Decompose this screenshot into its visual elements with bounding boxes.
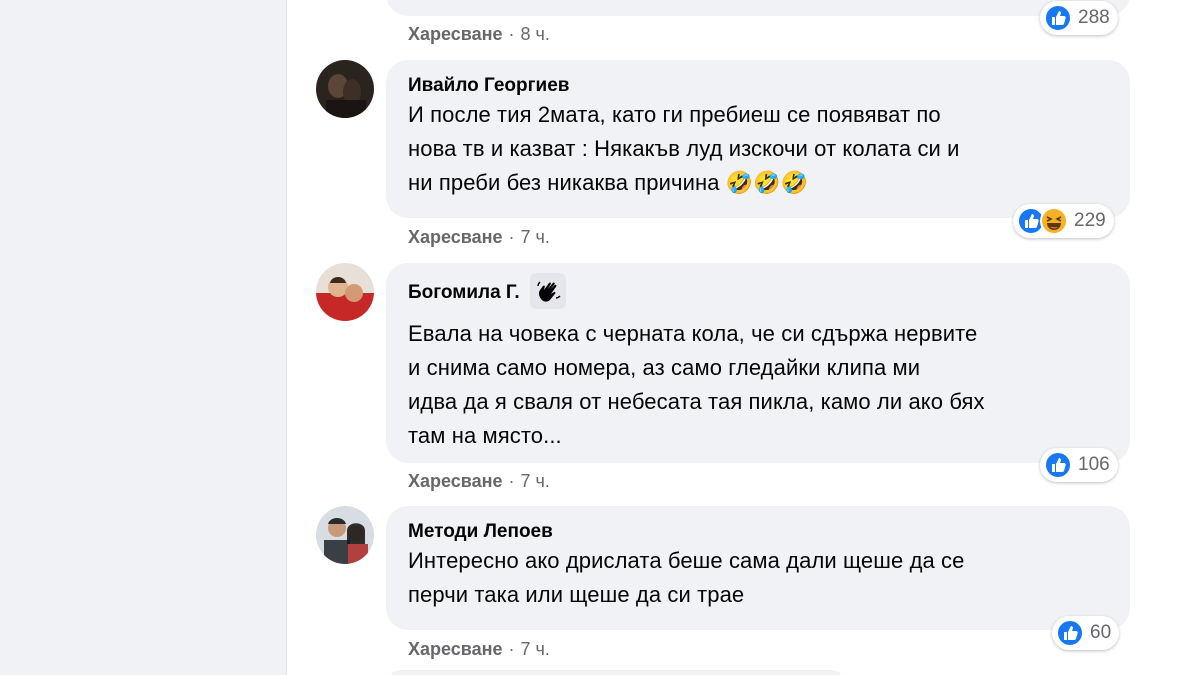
- comment-text: Интересно ако дрислата беше сама дали ще…: [408, 548, 965, 607]
- reaction-count: 106: [1078, 454, 1110, 475]
- comment-bubble-partial-top: [386, 0, 1130, 16]
- comment-bubble: Методи Лепоев Интересно ако дрислата беш…: [386, 506, 1130, 630]
- avatar[interactable]: [316, 506, 374, 564]
- like-icon: [1044, 4, 1072, 32]
- like-link[interactable]: Харесване: [408, 639, 503, 660]
- avatar[interactable]: [316, 60, 374, 118]
- like-link[interactable]: Харесване: [408, 227, 503, 248]
- comment-actions: Харесване · 7 ч.: [408, 227, 550, 248]
- comment-bubble: Богомила Г. Евала на човека с черната ко…: [386, 263, 1130, 463]
- like-icon: [1056, 619, 1084, 647]
- author-name[interactable]: Ивайло Георгиев: [408, 74, 1108, 98]
- reaction-count: 60: [1090, 622, 1112, 643]
- like-link[interactable]: Харесване: [408, 24, 503, 45]
- comment-actions: Харесване · 7 ч.: [408, 471, 550, 492]
- left-sidebar: [0, 0, 287, 675]
- reaction-count: 229: [1074, 210, 1106, 231]
- author-name[interactable]: Богомила Г.: [408, 273, 1108, 309]
- comment-actions: Харесване · 7 ч.: [408, 639, 550, 660]
- reactions-count[interactable]: 229: [1013, 204, 1114, 238]
- comment-time[interactable]: 7 ч.: [521, 227, 550, 248]
- comment-text: И после тия 2мата, като ги пребиеш се по…: [408, 102, 960, 195]
- comment-time[interactable]: 7 ч.: [521, 471, 550, 492]
- reactions-count[interactable]: 106: [1040, 448, 1118, 482]
- reaction-count: 288: [1078, 7, 1110, 28]
- comment-time[interactable]: 8 ч.: [521, 24, 550, 45]
- haha-icon: [1040, 207, 1068, 235]
- comment-bubble-partial-bottom: [386, 670, 846, 675]
- author-name[interactable]: Методи Лепоев: [408, 520, 1108, 544]
- comment-time[interactable]: 7 ч.: [521, 639, 550, 660]
- comment-bubble: Ивайло Георгиев И после тия 2мата, като …: [386, 60, 1130, 218]
- comments-feed: Харесване · 8 ч. 288 Ивайло Георгиев И п…: [288, 0, 1200, 675]
- comment-text: Евала на човека с черната кола, че си сд…: [408, 321, 985, 448]
- like-link[interactable]: Харесване: [408, 471, 503, 492]
- avatar[interactable]: [316, 263, 374, 321]
- reactions-count-top[interactable]: 288: [1040, 1, 1118, 35]
- comment-actions-top: Харесване · 8 ч.: [408, 24, 550, 45]
- waving-hand-icon[interactable]: [529, 273, 566, 309]
- like-icon: [1044, 451, 1072, 479]
- reactions-count[interactable]: 60: [1052, 616, 1120, 650]
